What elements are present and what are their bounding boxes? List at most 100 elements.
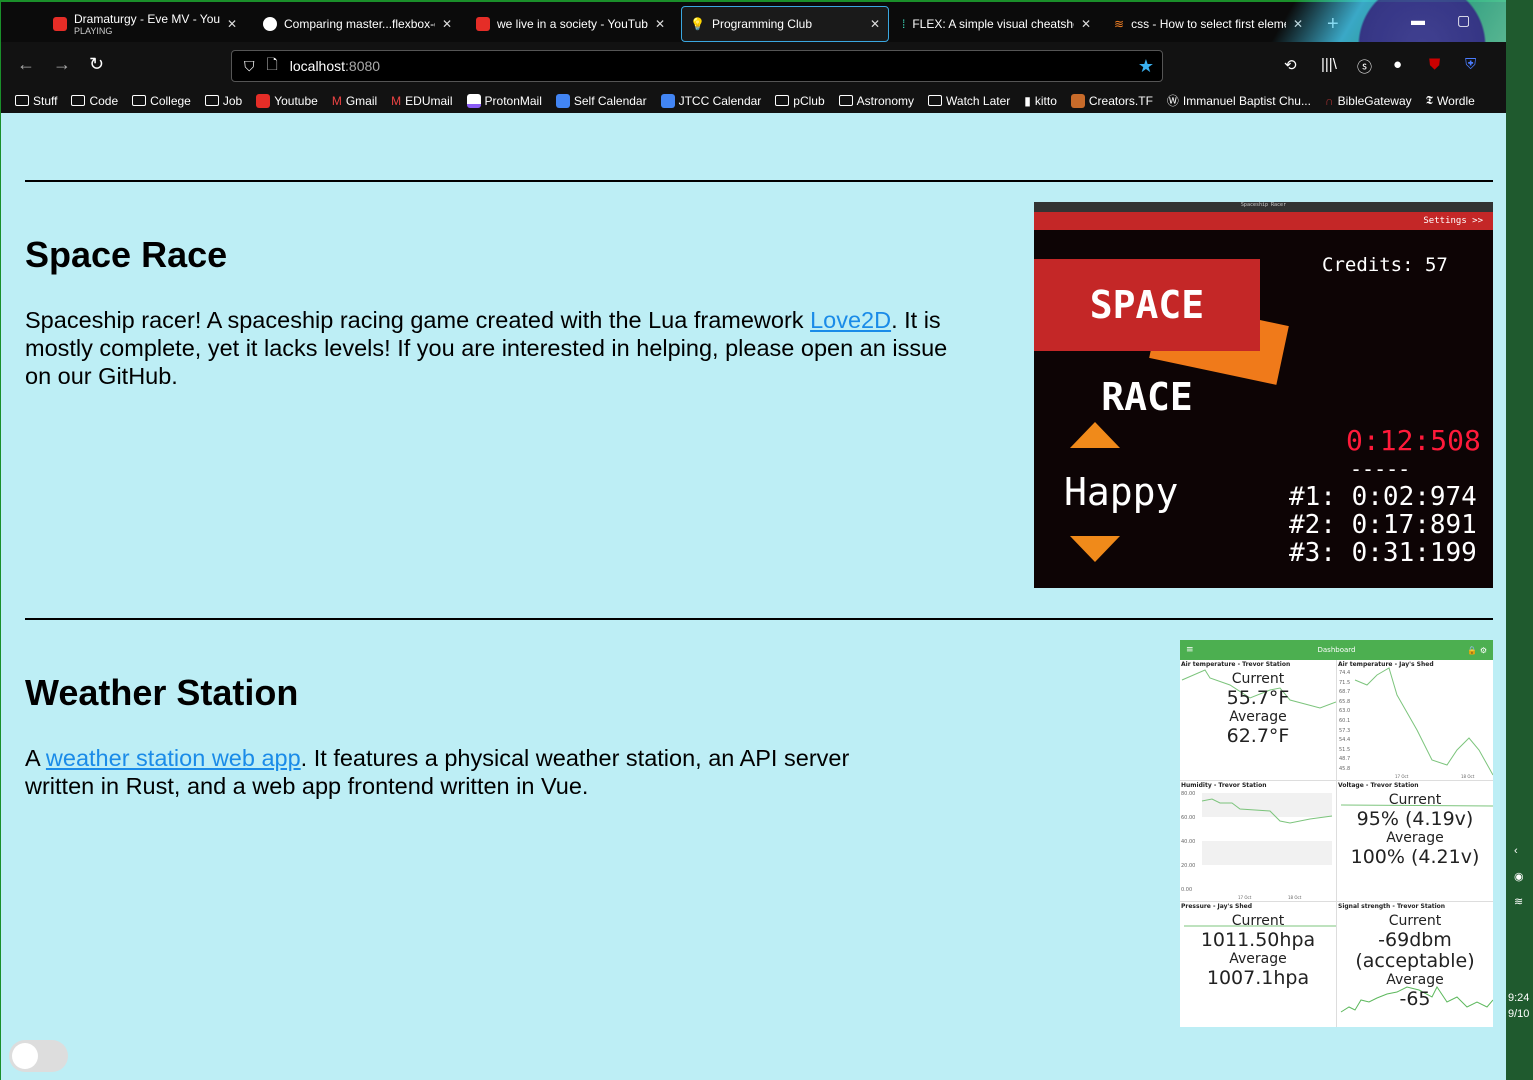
library-icon[interactable]: |||\ — [1321, 56, 1337, 73]
back-button[interactable]: ← — [17, 54, 35, 75]
bookmark-stuff[interactable]: Stuff — [15, 94, 57, 108]
tab-title: Comparing master...flexbox-clean — [284, 17, 435, 31]
bookmarks-bar: Stuff Code College Job Youtube M Gmail ME… — [1, 88, 1507, 113]
flex-icon: ⁞ — [902, 17, 906, 31]
y-tick: 40.00 — [1181, 839, 1195, 845]
game-divider: ----- — [1350, 457, 1411, 481]
folder-icon — [775, 95, 790, 106]
bookmark-watch-later[interactable]: Watch Later — [928, 94, 1010, 108]
bookmark-self-calendar[interactable]: Self Calendar — [555, 93, 647, 108]
y-tick: 80.00 — [1181, 791, 1195, 797]
camera-icon: ▮ — [1024, 93, 1031, 108]
clock-time[interactable]: 9:24 — [1508, 992, 1529, 1004]
clock-date[interactable]: 9/10 — [1508, 1008, 1529, 1020]
close-icon[interactable]: ✕ — [870, 17, 880, 31]
tab-title: Dramaturgy - Eve MV - YouTube — [74, 12, 220, 26]
bookmark-creators-tf[interactable]: Creators.TF — [1070, 93, 1153, 108]
bookmark-youtube[interactable]: Youtube — [256, 93, 318, 108]
extension-s-icon[interactable]: ⓢ — [1357, 56, 1372, 77]
bookmark-gmail[interactable]: M Gmail — [332, 94, 377, 108]
y-tick: 68.7 — [1339, 689, 1350, 695]
game-score: #3: 0:31:199 — [1289, 538, 1477, 568]
history-icon[interactable]: ⟲ — [1284, 56, 1297, 74]
project-title-space-race: Space Race — [25, 234, 228, 275]
extension-balls-icon[interactable]: ● — [1393, 56, 1402, 73]
tab-title: css - How to select first element — [1131, 17, 1286, 31]
tab-programming-club[interactable]: 💡 Programming Club ✕ — [681, 6, 889, 42]
new-tab-button[interactable]: + — [1319, 6, 1347, 42]
card-air-temp-trevor: Air temperature - Trevor Station Current… — [1180, 660, 1336, 780]
bookmark-code[interactable]: Code — [71, 94, 118, 108]
folder-icon — [204, 95, 219, 106]
close-icon[interactable]: ✕ — [1293, 17, 1303, 31]
tab-flex[interactable]: ⁞ FLEX: A simple visual cheatsheet ✕ — [894, 6, 1099, 42]
bookmark-edumail[interactable]: M EDUmail — [391, 94, 452, 108]
card-signal-trevor: Signal strength - Trevor Station Current… — [1337, 902, 1493, 1027]
bookmark-pclub[interactable]: pClub — [775, 94, 825, 108]
tab-github[interactable]: Comparing master...flexbox-clean ✕ — [255, 6, 460, 42]
windows-taskbar: ‹ ◉ ≋ 9:24 9/10 — [1506, 0, 1533, 1080]
y-tick: 65.8 — [1339, 699, 1350, 705]
dashboard-title: Dashboard — [1317, 646, 1356, 654]
y-tick: 57.3 — [1339, 728, 1350, 734]
folder-icon — [838, 95, 853, 106]
bookmark-wordle[interactable]: 𝕿 Wordle — [1426, 93, 1475, 108]
game-score: #2: 0:17:891 — [1289, 510, 1477, 540]
project-title-weather-station: Weather Station — [25, 672, 299, 713]
discord-icon[interactable]: ◉ — [1514, 870, 1524, 883]
close-icon[interactable]: ✕ — [1081, 17, 1091, 31]
theme-toggle[interactable] — [9, 1040, 68, 1072]
close-icon[interactable]: ✕ — [655, 17, 665, 31]
y-tick: 71.5 — [1339, 680, 1350, 686]
creators-tf-icon — [1070, 93, 1085, 108]
gear-icon: ⚙ — [1479, 645, 1487, 655]
game-settings-label: Settings >> — [1034, 212, 1493, 230]
protonmail-icon — [466, 93, 481, 108]
y-tick: 63.0 — [1339, 708, 1350, 714]
game-window-title: Spaceship Racer — [1034, 202, 1493, 212]
tab-playing-label: PLAYING — [74, 26, 113, 36]
bookmark-college[interactable]: College — [132, 94, 191, 108]
shield-icon: ⛉ — [244, 57, 255, 74]
tab-dramaturgy[interactable]: Dramaturgy - Eve MV - YouTubePLAYING ✕ — [45, 6, 245, 42]
bookmark-star-icon[interactable]: ★ — [1138, 56, 1154, 77]
maximize-button[interactable]: ▢ — [1457, 12, 1470, 29]
nyt-icon: 𝕿 — [1425, 93, 1434, 107]
reload-button[interactable]: ↻ — [89, 54, 104, 75]
divider — [25, 180, 1493, 182]
folder-icon — [928, 95, 943, 106]
bookmark-job[interactable]: Job — [204, 94, 242, 108]
tab-bar: Dramaturgy - Eve MV - YouTubePLAYING ✕ Co… — [1, 0, 1507, 42]
project-description-space-race: Spaceship racer! A spaceship racing game… — [25, 307, 948, 389]
tab-css[interactable]: ≋ css - How to select first element ✕ — [1106, 6, 1311, 42]
bookmark-jtcc-calendar[interactable]: JTCC Calendar — [660, 93, 761, 108]
youtube-icon — [256, 93, 271, 108]
bookmark-biblegateway[interactable]: ∩ BibleGateway — [1325, 94, 1412, 108]
tab-society[interactable]: we live in a society - YouTube ✕ — [468, 6, 673, 42]
svg-text:18 Oct: 18 Oct — [1288, 895, 1302, 900]
bookmark-protonmail[interactable]: ProtonMail — [466, 93, 542, 108]
chevron-left-icon[interactable]: ‹ — [1514, 845, 1518, 857]
bookmark-immanuel[interactable]: Ⓦ Immanuel Baptist Chu... — [1167, 92, 1311, 109]
svg-text:17 Oct: 17 Oct — [1395, 774, 1409, 779]
address-bar[interactable]: ⛉ 🗋 localhost:8080 ★ — [231, 50, 1163, 82]
ublock-icon[interactable]: ⛊ — [1429, 56, 1440, 73]
wifi-icon[interactable]: ≋ — [1514, 895, 1523, 908]
bookmark-astronomy[interactable]: Astronomy — [838, 94, 914, 108]
folder-icon — [132, 95, 147, 106]
url-text: localhost:8080 — [289, 58, 381, 74]
close-icon[interactable]: ✕ — [227, 17, 237, 31]
weather-app-link[interactable]: weather station web app — [46, 745, 301, 771]
forward-button[interactable]: → — [53, 54, 71, 75]
lightbulb-icon: 💡 — [690, 17, 705, 31]
header-icons: 🔒 ⚙ — [1467, 646, 1487, 655]
love2d-link[interactable]: Love2D — [810, 307, 891, 333]
minimize-button[interactable]: ▬ — [1411, 12, 1425, 28]
project-description-weather-station: A weather station web app. It features a… — [25, 745, 850, 799]
folder-icon — [15, 95, 29, 106]
bookmark-kitto[interactable]: ▮ kitto — [1024, 94, 1057, 108]
wordpress-icon: Ⓦ — [1166, 94, 1179, 108]
close-icon[interactable]: ✕ — [442, 17, 452, 31]
tab-title: Programming Club — [711, 17, 812, 31]
bitwarden-icon[interactable]: ⛨ — [1465, 56, 1476, 73]
